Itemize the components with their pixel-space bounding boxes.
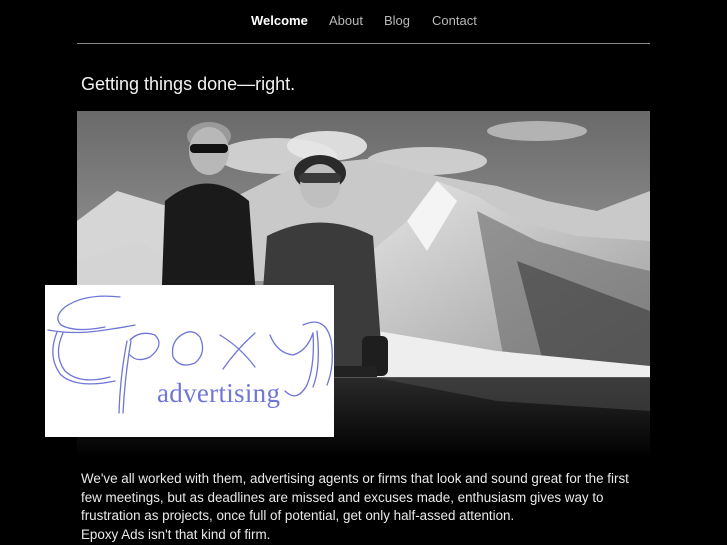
main-nav: Welcome About Blog Contact — [0, 0, 727, 43]
intro-line: few meetings, but as deadlines are misse… — [81, 489, 604, 505]
logo-subtitle: advertising — [157, 378, 281, 408]
page-tagline: Getting things done—right. — [81, 74, 296, 94]
epoxy-logo[interactable]: advertising — [45, 285, 334, 437]
nav-blog[interactable]: Blog — [384, 13, 410, 28]
intro-line: Epoxy Ads isn't that kind of firm. — [81, 526, 271, 542]
intro-line: We've all worked with them, advertising … — [81, 471, 629, 486]
intro-paragraph: We've all worked with them, advertising … — [81, 470, 641, 544]
epoxy-script-logo-icon — [47, 295, 333, 414]
nav-divider — [77, 43, 650, 44]
nav-about[interactable]: About — [329, 13, 363, 28]
nav-welcome[interactable]: Welcome — [251, 13, 308, 28]
nav-contact[interactable]: Contact — [432, 13, 477, 28]
intro-line: frustration as projects, once full of po… — [81, 508, 515, 523]
